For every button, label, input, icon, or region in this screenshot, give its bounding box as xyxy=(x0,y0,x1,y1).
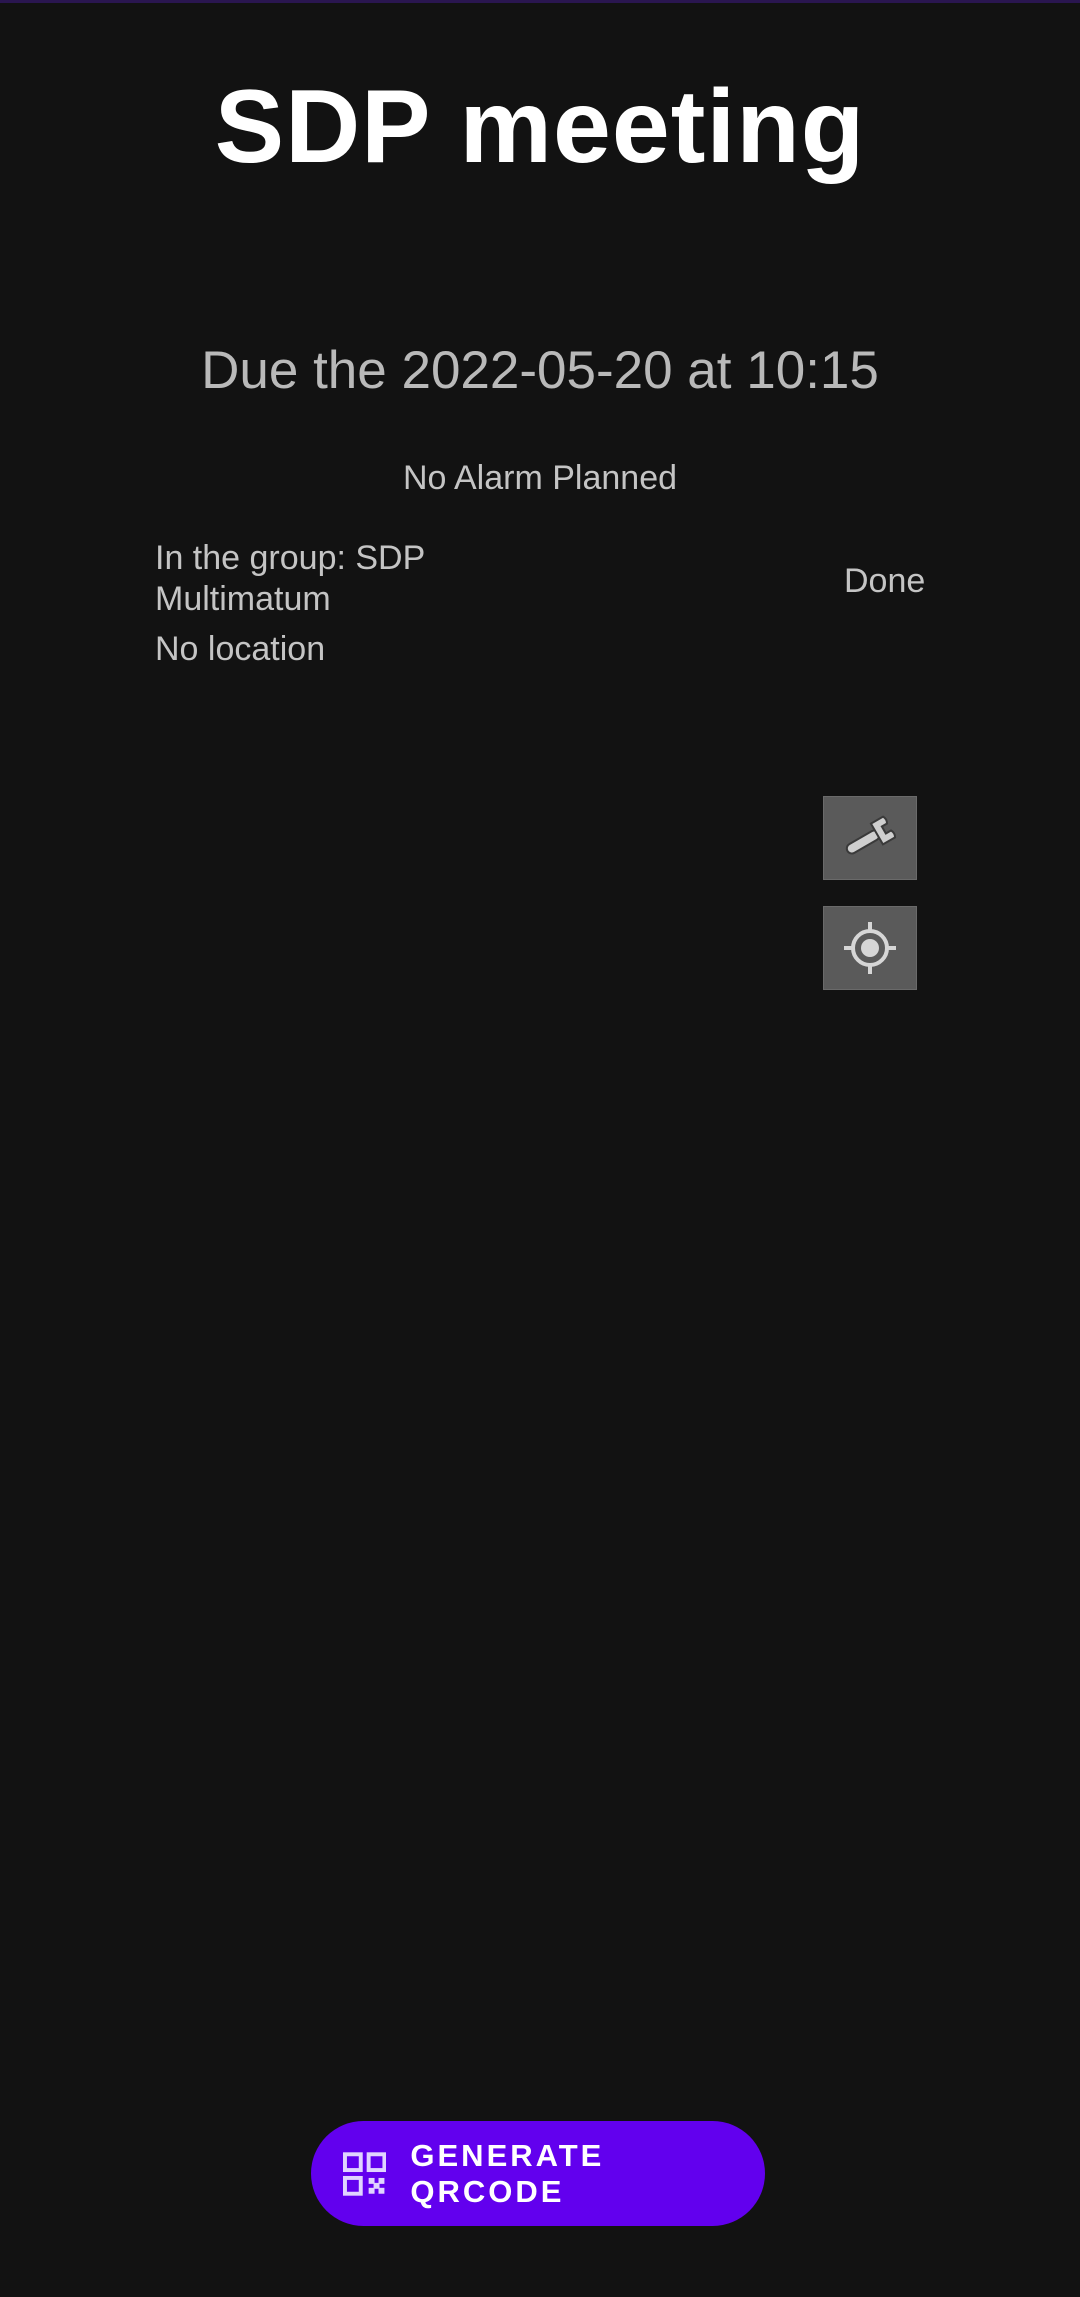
generate-qrcode-label: GENERATE QRCODE xyxy=(410,2137,605,2209)
location-text: No location xyxy=(155,630,326,668)
target-icon xyxy=(844,922,896,974)
task-title: SDP meeting xyxy=(214,69,866,185)
wrench-icon xyxy=(845,815,897,855)
due-date-text: Due the 2022-05-20 at 10:15 xyxy=(201,341,879,400)
top-divider xyxy=(0,0,1080,3)
task-status-text: Done xyxy=(844,562,926,600)
locate-button[interactable] xyxy=(823,906,917,990)
qrcode-icon xyxy=(343,2151,387,2196)
alarm-status-text: No Alarm Planned xyxy=(402,459,678,497)
edit-task-button[interactable] xyxy=(823,796,917,880)
task-detail-screen: SDP meeting Due the 2022-05-20 at 10:15 … xyxy=(0,0,1080,2297)
group-text: In the group: SDP Multimatum xyxy=(155,539,425,618)
generate-qrcode-button[interactable]: GENERATE QRCODE xyxy=(311,2121,765,2226)
